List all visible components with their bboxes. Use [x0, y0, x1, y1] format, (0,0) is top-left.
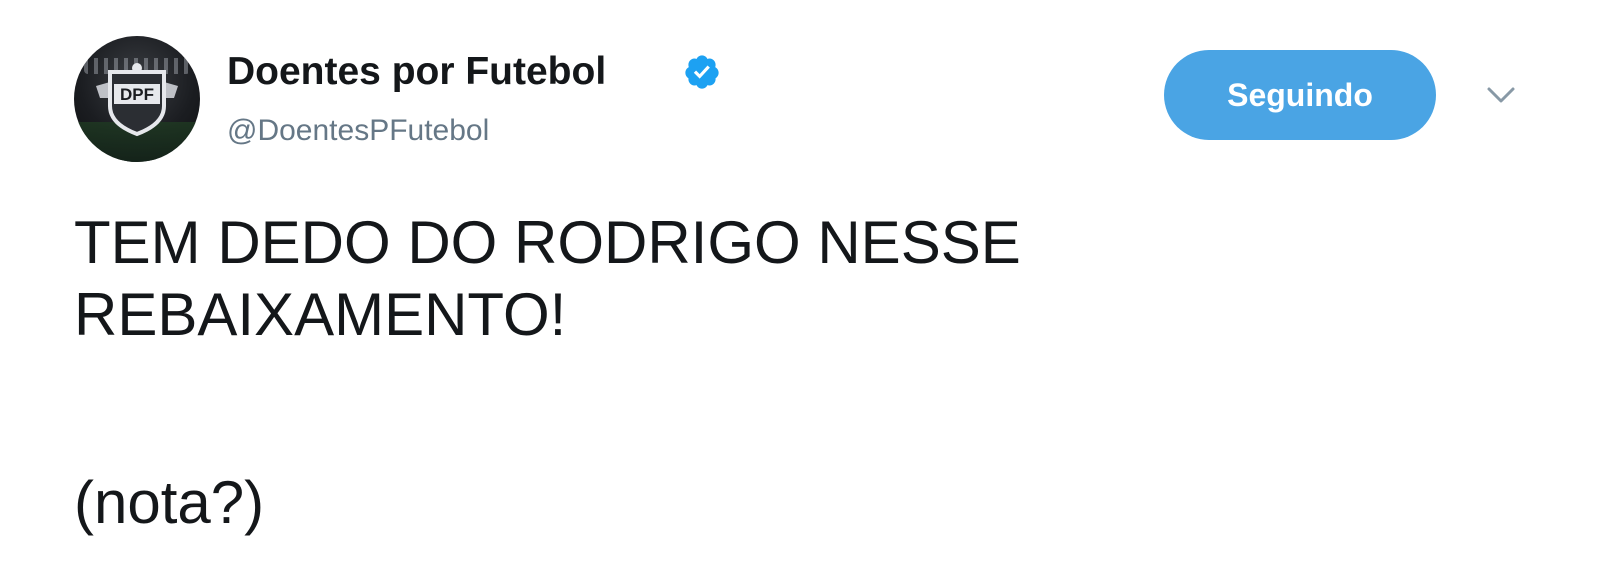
tweet-card: DPF Doentes por Futebol @DoentesPFutebol… [0, 0, 1611, 575]
chevron-down-icon[interactable] [1486, 84, 1516, 106]
verified-badge-icon [685, 55, 719, 89]
avatar-logo-text: DPF [120, 85, 154, 104]
following-button[interactable]: Seguindo [1164, 50, 1436, 140]
tweet-text-line: TEM DEDO DO RODRIGO NESSE [74, 209, 1021, 276]
user-handle[interactable]: @DoentesPFutebol [227, 113, 489, 149]
user-name[interactable]: Doentes por Futebol [227, 50, 606, 94]
dpf-shield-logo: DPF [96, 63, 178, 137]
tweet-text-line: (nota?) [74, 469, 265, 536]
tweet-text-line: REBAIXAMENTO! [74, 281, 567, 348]
tweet-text: TEM DEDO DO RODRIGO NESSE REBAIXAMENTO! … [74, 207, 1374, 539]
avatar[interactable]: DPF [74, 36, 200, 162]
